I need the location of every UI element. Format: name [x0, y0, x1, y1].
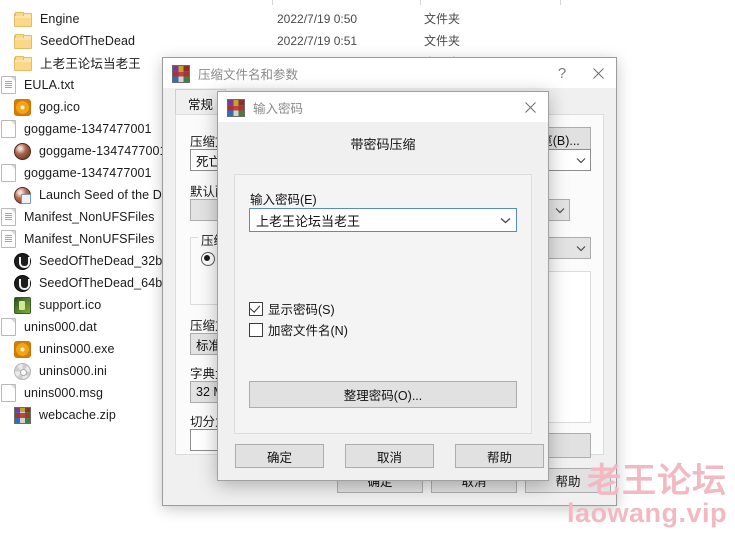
password-dialog-heading: 带密码压缩 — [350, 137, 416, 152]
file-name: Manifest_NonUFSFiles — [24, 209, 155, 224]
text-document-icon — [1, 229, 16, 248]
file-name: EULA.txt — [24, 77, 75, 92]
file-name: Manifest_NonUFSFiles — [24, 231, 155, 246]
blank-document-icon — [1, 119, 16, 138]
unreal-engine-icon — [14, 252, 31, 270]
password-label: 输入密码(E) — [250, 193, 317, 207]
folder-icon — [14, 56, 32, 71]
folder-icon — [14, 34, 32, 49]
file-name: unins000.msg — [24, 385, 104, 400]
file-name: gog.ico — [39, 99, 81, 114]
file-type: 文件夹 — [424, 12, 461, 26]
password-cancel-button[interactable]: 取消 — [345, 444, 434, 468]
show-password-label: 显示密码(S) — [268, 303, 335, 317]
column-separator — [560, 0, 561, 5]
rar-dialog-title: 压缩文件名和参数 — [198, 67, 299, 82]
close-icon[interactable] — [512, 92, 548, 122]
help-titlebar-button[interactable]: ? — [544, 58, 580, 88]
file-name: Engine — [40, 11, 80, 26]
organize-passwords-button[interactable]: 整理密码(O)... — [249, 381, 517, 408]
encrypt-filenames-checkbox[interactable]: 加密文件名(N) — [249, 320, 348, 339]
file-name: SeedOfTheDead_64bit — [39, 275, 169, 290]
file-date: 2022/7/19 0:50 — [277, 11, 358, 26]
shortcut-icon — [14, 186, 31, 204]
green-ico-icon — [14, 296, 31, 314]
password-dialog-title: 输入密码 — [253, 101, 304, 116]
file-type: 文件夹 — [424, 34, 461, 48]
file-name: unins000.exe — [39, 341, 115, 356]
file-name: 上老王论坛当老王 — [40, 57, 141, 71]
password-input[interactable]: 上老王论坛当老王 — [249, 208, 517, 232]
chevron-down-icon — [551, 207, 569, 214]
file-name: goggame-1347477001 — [24, 165, 152, 180]
ico-file-icon — [14, 340, 31, 358]
text-document-icon — [1, 207, 16, 226]
rar-dialog-titlebar[interactable]: 压缩文件名和参数 ? — [163, 58, 616, 88]
file-name: goggame-1347477001 — [39, 143, 167, 158]
radio-dot-icon — [201, 252, 215, 266]
file-name: support.ico — [39, 297, 102, 312]
file-list-row[interactable]: Engine 2022/7/19 0:50 文件夹 — [0, 9, 735, 28]
folder-icon — [14, 12, 32, 27]
sphere-icon — [14, 142, 31, 160]
chevron-down-icon[interactable] — [494, 217, 516, 224]
unreal-engine-icon — [14, 274, 31, 292]
gear-icon — [14, 362, 31, 380]
blank-document-icon — [1, 163, 16, 182]
show-password-checkbox[interactable]: 显示密码(S) — [249, 299, 335, 318]
winrar-icon — [227, 98, 245, 117]
file-list-row[interactable]: SeedOfTheDead 2022/7/19 0:51 文件夹 — [0, 31, 735, 50]
chevron-down-icon — [572, 157, 590, 164]
chevron-down-icon — [572, 245, 590, 252]
checkbox-unchecked-icon — [249, 322, 263, 337]
file-name: Launch Seed of the De — [39, 187, 169, 202]
ico-file-icon — [14, 98, 31, 116]
blank-document-icon — [1, 317, 16, 336]
password-dialog-titlebar[interactable]: 输入密码 — [218, 92, 548, 122]
password-help-button[interactable]: 帮助 — [455, 444, 544, 468]
column-separator — [272, 0, 273, 5]
file-name: SeedOfTheDead — [40, 33, 136, 48]
password-value: 上老王论坛当老王 — [256, 213, 361, 229]
file-name: goggame-1347477001 — [24, 121, 152, 136]
close-icon[interactable] — [580, 58, 616, 88]
password-ok-button[interactable]: 确定 — [235, 444, 324, 468]
enter-password-window[interactable]: 输入密码 带密码压缩 输入密码(E) 上老王论坛当老王 显示密码(S) 加密文件… — [217, 91, 549, 481]
checkbox-checked-icon — [249, 301, 263, 316]
winrar-archive-icon — [14, 406, 31, 424]
winrar-icon — [172, 64, 190, 83]
file-date: 2022/7/19 0:51 — [277, 33, 358, 48]
text-document-icon — [1, 75, 16, 94]
file-name: unins000.dat — [24, 319, 97, 334]
blank-document-icon — [1, 383, 16, 402]
file-name: SeedOfTheDead_32bit — [39, 253, 169, 268]
file-name: unins000.ini — [39, 363, 107, 378]
encrypt-filenames-label: 加密文件名(N) — [268, 324, 348, 338]
column-separator — [420, 0, 421, 5]
password-group-box: 输入密码(E) 上老王论坛当老王 显示密码(S) 加密文件名(N) 整理密码(O… — [234, 174, 532, 434]
file-name: webcache.zip — [39, 407, 116, 422]
